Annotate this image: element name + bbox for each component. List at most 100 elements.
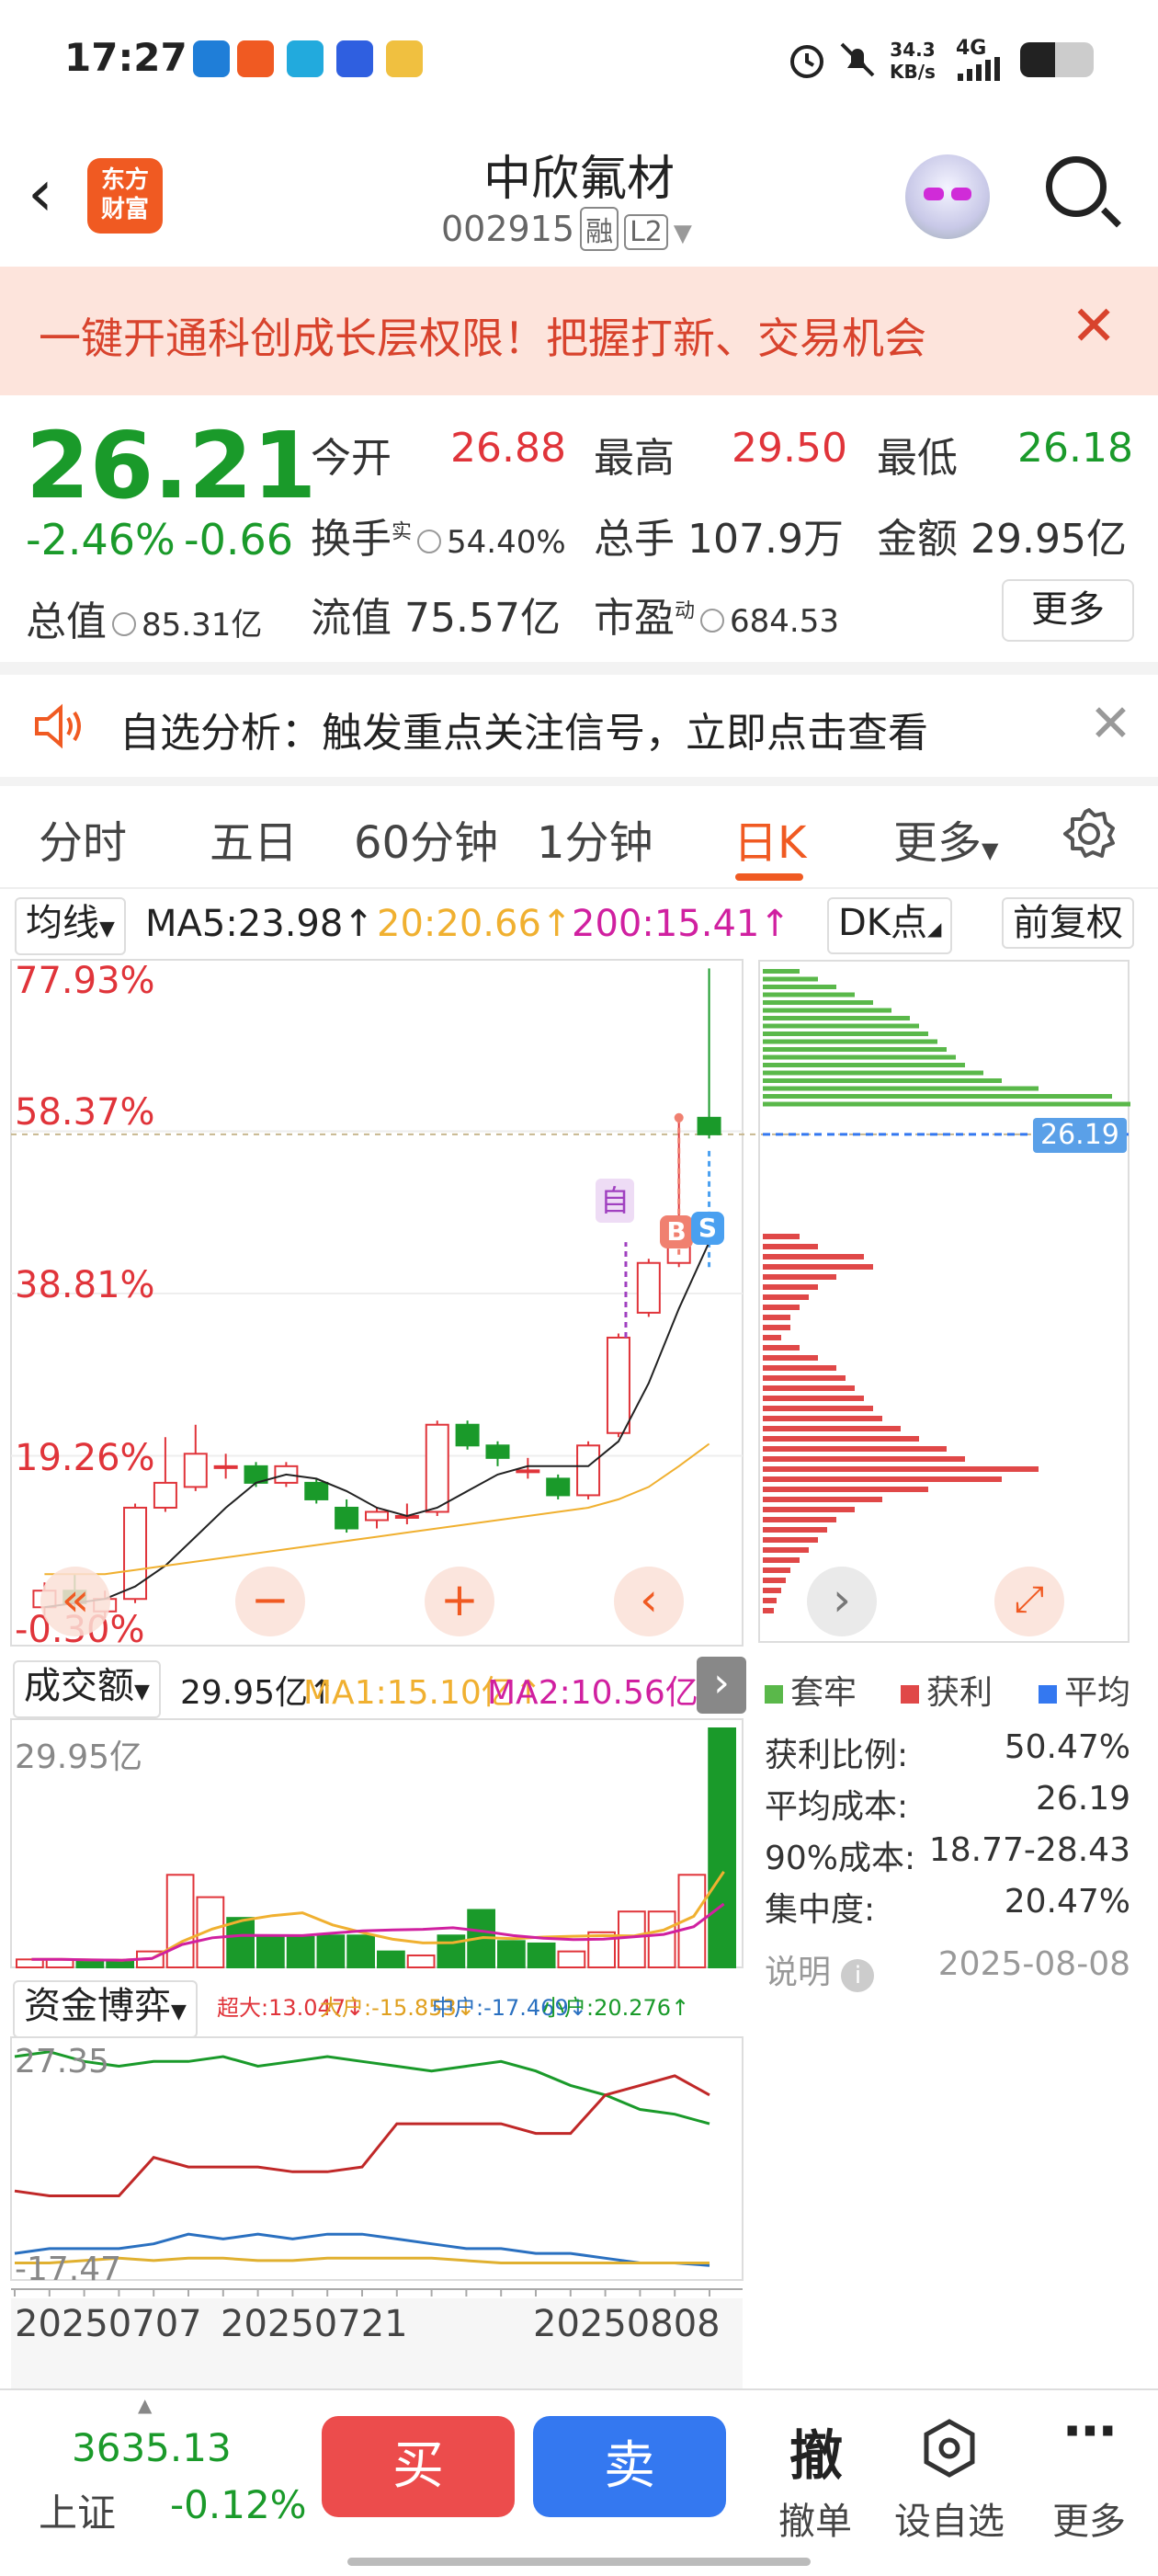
alarm-icon <box>790 45 823 78</box>
tab-1min[interactable]: 1分钟 <box>537 806 653 871</box>
chip-value: 50.47% <box>1004 1728 1130 1766</box>
float-value: 75.57亿 <box>404 595 561 642</box>
candle-body <box>455 1423 480 1447</box>
rewind-icon[interactable]: « <box>40 1567 110 1636</box>
chip-bar-profit <box>763 1426 901 1431</box>
mktcap-label-text: 总值 <box>26 598 107 645</box>
tab-intraday[interactable]: 分时 <box>39 806 127 871</box>
info-icon <box>112 612 136 636</box>
tab-60min[interactable]: 60分钟 <box>354 806 498 871</box>
tab-daily-k[interactable]: 日K <box>733 806 806 871</box>
promo-banner[interactable]: 一键开通科创成长层权限！把握打新、交易机会 ✕ <box>0 267 1158 395</box>
legend-trapped-label: 套牢 <box>790 1674 857 1712</box>
chip-label: 平均成本: <box>765 1788 909 1826</box>
chip-bar-profit <box>763 1244 818 1249</box>
chip-bar-profit <box>763 1446 947 1452</box>
net-speed-unit: KB/s <box>890 61 936 83</box>
add-watchlist-icon[interactable] <box>919 2418 980 2479</box>
chip-bar-trapped <box>763 969 800 974</box>
tab-more[interactable]: 更多▼ <box>893 806 998 871</box>
gear-icon[interactable] <box>1062 806 1117 861</box>
volume-bar <box>346 1934 375 1969</box>
divider <box>0 662 1158 675</box>
chip-distribution <box>758 960 1130 1643</box>
buy-button[interactable]: 买 <box>322 2416 515 2517</box>
self-select-marker[interactable]: 自 <box>596 1179 634 1223</box>
volume-indicator-select[interactable]: 成交额▼ <box>13 1660 161 1718</box>
chevron-down-icon: ▼ <box>982 838 999 863</box>
turnover-label[interactable]: 换手实 54.40% <box>311 506 566 564</box>
sell-button[interactable]: 卖 <box>533 2416 726 2517</box>
bottom-bar: ▲ 3635.13 上证 -0.12% 买 卖 撤 撤单 设自选 ⋯ 更多 <box>0 2388 1158 2576</box>
more-label[interactable]: 更多 <box>1029 2491 1149 2545</box>
capital-super-line <box>14 2074 710 2197</box>
chip-bar-profit <box>763 1305 800 1310</box>
stock-code-row[interactable]: 002915 融 L2 ▼ <box>441 207 692 251</box>
pe-label[interactable]: 市盈动 684.53 <box>594 585 839 644</box>
zoom-in-icon[interactable]: + <box>425 1567 494 1636</box>
net-speed: 34.3 KB/s <box>890 39 936 83</box>
collapse-panel-button[interactable]: › <box>697 1657 746 1714</box>
volume-ma2: MA2:10.56亿↑ <box>487 1666 726 1714</box>
tab-five-day[interactable]: 五日 <box>210 806 298 871</box>
legend-swatch <box>765 1685 783 1704</box>
chip-bar-profit <box>763 1527 827 1533</box>
index-change[interactable]: -0.12% <box>170 2482 307 2527</box>
sell-signal-marker[interactable]: S <box>691 1212 724 1245</box>
legend-average-label: 平均 <box>1064 1674 1131 1712</box>
close-icon[interactable]: ✕ <box>1089 694 1132 754</box>
volume-label-text: 总手 <box>594 516 675 563</box>
chip-bar-trapped <box>763 1054 956 1060</box>
info-icon: i <box>841 1959 875 1992</box>
capital-small-text: 小户:20.276 <box>542 1995 672 2021</box>
more-dots-icon[interactable]: ⋯ <box>1044 2399 1136 2462</box>
analysis-banner[interactable]: 自选分析：触发重点关注信号，立即点击查看 ✕ <box>0 676 1158 777</box>
ma5-text: MA5:23.98 <box>145 903 344 945</box>
more-quote-button[interactable]: 更多 <box>1002 579 1134 642</box>
chip-bar-trapped <box>763 1008 891 1013</box>
chip-bar-profit <box>763 1254 864 1260</box>
ma20-value: 20:20.66↑ <box>377 903 573 945</box>
index-name[interactable]: 上证 <box>39 2482 116 2538</box>
cancel-order-icon[interactable]: 撤 <box>770 2412 862 2490</box>
volume-bar <box>256 1936 285 1969</box>
volume-bar <box>527 1942 556 1968</box>
open-value: 26.88 <box>450 425 566 472</box>
chevron-left-icon[interactable]: ‹ <box>614 1567 684 1636</box>
buy-signal-marker[interactable]: B <box>660 1215 693 1248</box>
adjust-button[interactable]: 前复权 <box>1002 897 1134 949</box>
chip-bar-trapped <box>763 1094 1112 1099</box>
add-watchlist-label[interactable]: 设自选 <box>890 2491 1009 2545</box>
turnover-value: 54.40% <box>447 524 566 561</box>
chip-note[interactable]: 说明 i <box>765 1945 875 1993</box>
chip-bar-trapped <box>763 976 818 982</box>
search-icon[interactable] <box>1046 156 1107 217</box>
index-value[interactable]: 3635.13 <box>72 2425 232 2470</box>
chip-date: 2025-08-08 <box>937 1945 1130 1983</box>
assistant-avatar-icon[interactable] <box>905 154 990 239</box>
ma5-value: MA5:23.98↑ <box>145 903 374 945</box>
chip-bar-profit <box>763 1588 781 1593</box>
chip-note-label: 说明 <box>765 1954 832 1991</box>
ma-bar: 均线▼ MA5:23.98↑ 20:20.66↑ 200:15.41↑ DK点◢… <box>0 892 1158 956</box>
active-tab-indicator <box>735 873 803 881</box>
mute-icon <box>840 42 875 77</box>
zoom-out-icon[interactable]: − <box>235 1567 305 1636</box>
chevron-right-icon[interactable]: › <box>807 1567 877 1636</box>
volume-select-label: 成交额 <box>24 1665 134 1707</box>
legend-trapped: 套牢 <box>765 1666 857 1714</box>
capital-indicator-select[interactable]: 资金博弈▼ <box>13 1980 198 2038</box>
chevron-down-icon: ▼ <box>99 918 115 940</box>
close-icon[interactable]: ✕ <box>1071 294 1117 359</box>
chip-bar-profit <box>763 1345 800 1351</box>
indicator-select[interactable]: 均线▼ <box>15 897 126 955</box>
fullscreen-icon[interactable]: ⤢ <box>994 1567 1064 1636</box>
dk-point-button[interactable]: DK点◢ <box>827 897 953 954</box>
chip-bar-trapped <box>763 1047 947 1052</box>
legend-swatch <box>1039 1685 1057 1704</box>
chevron-up-icon: ▲ <box>138 2394 153 2416</box>
chip-bar-profit <box>763 1385 855 1391</box>
mktcap-label[interactable]: 总值 85.31亿 <box>26 588 262 647</box>
legend-average: 平均 <box>1039 1666 1130 1714</box>
cancel-order-label[interactable]: 撤单 <box>755 2491 875 2545</box>
